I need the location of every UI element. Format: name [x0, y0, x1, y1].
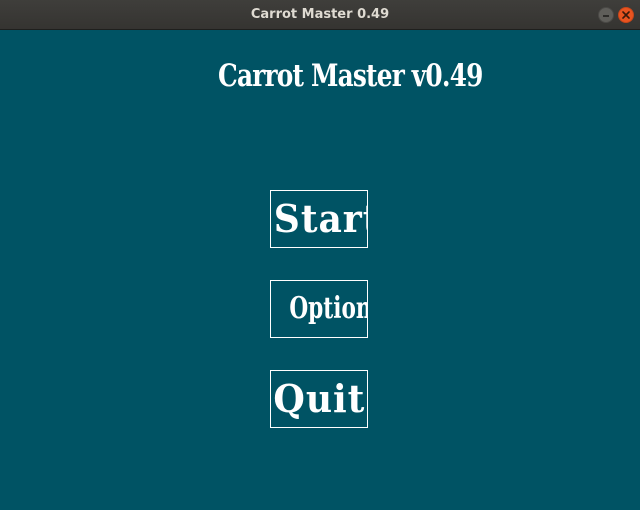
application-window: Carrot Master 0.49 Carrot Master v0.49 S… [0, 0, 640, 510]
window-titlebar[interactable]: Carrot Master 0.49 [0, 0, 640, 30]
options-button-label: Options [289, 291, 367, 326]
start-button-label: Start [273, 196, 367, 241]
window-title: Carrot Master 0.49 [250, 7, 390, 22]
game-canvas: Carrot Master v0.49 Start Options Quit [0, 30, 640, 510]
game-title: Carrot Master v0.49 [218, 58, 483, 94]
start-button[interactable]: Start [270, 190, 368, 248]
quit-button[interactable]: Quit [270, 370, 368, 428]
minimize-button[interactable] [598, 7, 614, 23]
minimize-icon [603, 15, 609, 17]
options-button[interactable]: Options [270, 280, 368, 338]
close-button[interactable] [618, 7, 634, 23]
quit-button-label: Quit [273, 376, 366, 421]
close-icon [622, 11, 630, 19]
